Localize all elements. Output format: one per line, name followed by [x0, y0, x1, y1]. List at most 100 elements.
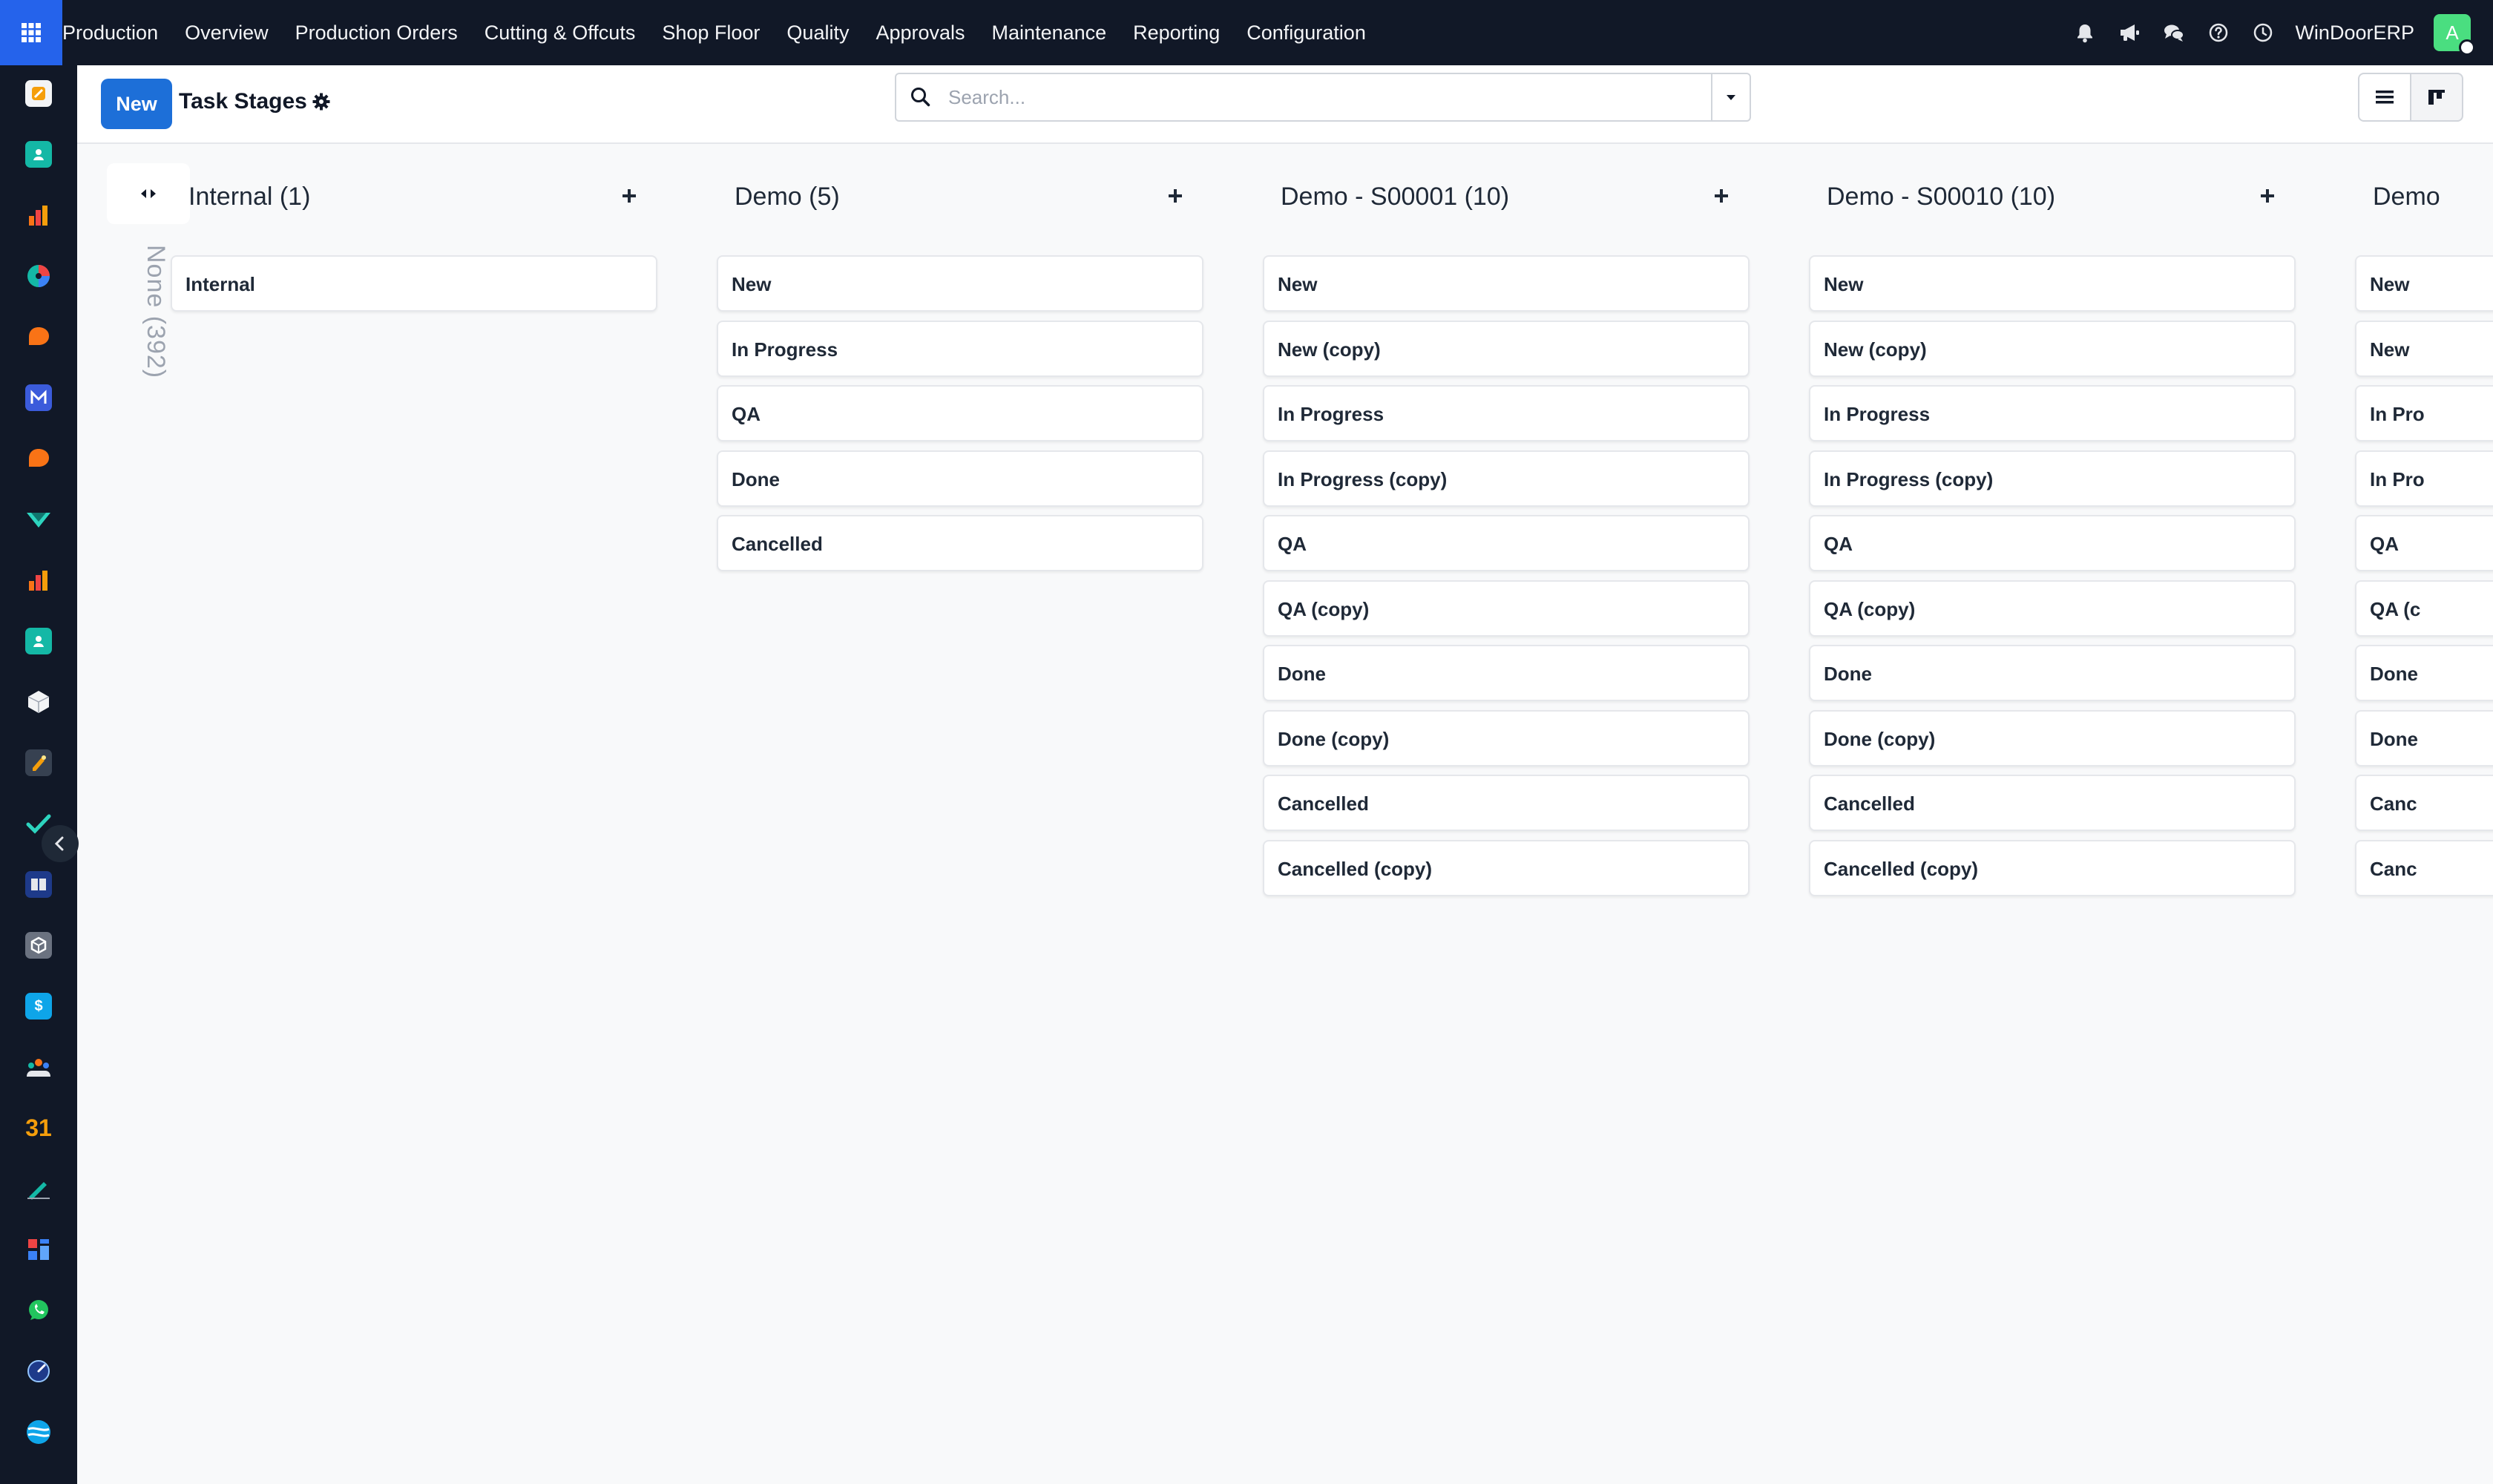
apps-grid-icon[interactable]: [25, 1236, 52, 1263]
whatsapp-icon[interactable]: [25, 1297, 52, 1324]
column-title[interactable]: Demo (5): [735, 183, 840, 211]
chat-bubbles-icon[interactable]: [2161, 20, 2187, 45]
kanban-card[interactable]: QA (copy): [1263, 580, 1750, 637]
bell-icon[interactable]: [2072, 20, 2098, 45]
kanban-card[interactable]: Done: [2355, 709, 2493, 766]
timer-icon[interactable]: [25, 1358, 52, 1385]
kanban-card[interactable]: In Pro: [2355, 385, 2493, 441]
kanban-card[interactable]: New: [1263, 255, 1750, 312]
add-card-button[interactable]: [1160, 181, 1190, 211]
dashboard-icon[interactable]: [25, 263, 52, 289]
kanban-card[interactable]: Done: [717, 450, 1203, 507]
apps-menu-button[interactable]: [0, 0, 62, 65]
column-title[interactable]: Demo: [2373, 183, 2440, 211]
kanban-card[interactable]: QA: [717, 385, 1203, 441]
add-card-button[interactable]: [2253, 181, 2282, 211]
plus-icon: [623, 189, 636, 203]
kanban-card[interactable]: In Progress (copy): [1809, 450, 2296, 507]
calendar-icon[interactable]: 31: [25, 1114, 52, 1141]
employees-icon[interactable]: [25, 628, 52, 654]
collapse-sidebar-button[interactable]: [42, 825, 79, 862]
kanban-card[interactable]: In Pro: [2355, 450, 2493, 507]
menu-overview[interactable]: Overview: [171, 0, 282, 65]
add-card-button[interactable]: [614, 181, 644, 211]
clock-icon[interactable]: [2250, 20, 2276, 45]
kanban-card[interactable]: QA: [2355, 515, 2493, 571]
contacts-icon[interactable]: [25, 141, 52, 168]
menu-shop-floor[interactable]: Shop Floor: [648, 0, 773, 65]
kanban-card[interactable]: Done (copy): [1263, 709, 1750, 766]
product-icon[interactable]: [25, 689, 52, 715]
help-icon[interactable]: [2206, 20, 2231, 45]
search-bar: [895, 73, 1751, 122]
kanban-card[interactable]: New (copy): [1263, 320, 1750, 377]
column-title[interactable]: Demo - S00001 (10): [1281, 183, 1509, 211]
kanban-card[interactable]: Cancelled: [1809, 775, 2296, 831]
sales-icon[interactable]: [25, 567, 52, 594]
kanban-card[interactable]: Done: [2355, 645, 2493, 701]
menu-maintenance[interactable]: Maintenance: [979, 0, 1120, 65]
new-button[interactable]: New: [101, 79, 172, 129]
kanban-card[interactable]: In Progress: [717, 320, 1203, 377]
discuss-icon[interactable]: [25, 80, 52, 107]
kanban-card[interactable]: Canc: [2355, 839, 2493, 896]
control-panel: New Task Stages: [77, 65, 2493, 144]
package-icon[interactable]: [25, 932, 52, 959]
kanban-card[interactable]: Done: [1809, 645, 2296, 701]
add-card-button[interactable]: [1707, 181, 1736, 211]
user-avatar[interactable]: A: [2434, 14, 2475, 56]
kanban-card[interactable]: In Progress: [1809, 385, 2296, 441]
kanban-card[interactable]: QA: [1263, 515, 1750, 571]
column-title[interactable]: Internal (1): [188, 183, 310, 211]
card-label: Done: [2370, 727, 2418, 750]
team-icon[interactable]: [25, 1054, 52, 1080]
kanban-card[interactable]: Internal: [171, 255, 657, 312]
menu-quality[interactable]: Quality: [773, 0, 862, 65]
search-input[interactable]: [948, 82, 1661, 113]
kanban-card[interactable]: New: [2355, 255, 2493, 312]
kanban-card[interactable]: New: [717, 255, 1203, 312]
chat-icon[interactable]: [25, 324, 52, 350]
kanban-card[interactable]: Done (copy): [1809, 709, 2296, 766]
card-label: In Progress: [732, 338, 838, 361]
gear-icon[interactable]: [312, 92, 331, 115]
list-view-button[interactable]: [2358, 73, 2411, 122]
kanban-card[interactable]: QA (c: [2355, 580, 2493, 637]
menu-brand-production[interactable]: Production: [62, 0, 171, 65]
search-options-toggle[interactable]: [1711, 74, 1750, 120]
kanban-card[interactable]: Canc: [2355, 775, 2493, 831]
kanban-card[interactable]: New: [1809, 255, 2296, 312]
kanban-card[interactable]: QA (copy): [1809, 580, 2296, 637]
kanban-card[interactable]: Done: [1263, 645, 1750, 701]
kanban-column: Demo (5) New In Progress QA Done Cancelled: [717, 145, 1203, 1481]
list-icon: [2376, 91, 2394, 104]
kanban-card[interactable]: Cancelled (copy): [1809, 839, 2296, 896]
knowledge-icon[interactable]: [25, 871, 52, 898]
kanban-card[interactable]: In Progress: [1263, 385, 1750, 441]
menu-reporting[interactable]: Reporting: [1120, 0, 1233, 65]
menu-production-orders[interactable]: Production Orders: [282, 0, 471, 65]
megaphone-icon[interactable]: [2117, 20, 2142, 45]
card-label: In Progress (copy): [1824, 467, 1994, 490]
kanban-card[interactable]: Cancelled: [1263, 775, 1750, 831]
company-name[interactable]: WinDoorERP: [2295, 22, 2414, 45]
purchase-icon[interactable]: [25, 749, 52, 776]
mail-icon[interactable]: [25, 384, 52, 411]
livechat-icon[interactable]: [25, 445, 52, 472]
inventory-icon[interactable]: [25, 506, 52, 533]
menu-cutting-offcuts[interactable]: Cutting & Offcuts: [471, 0, 649, 65]
menu-approvals[interactable]: Approvals: [862, 0, 978, 65]
website-icon[interactable]: [25, 1419, 52, 1445]
menu-configuration[interactable]: Configuration: [1233, 0, 1379, 65]
kanban-card[interactable]: New: [2355, 320, 2493, 377]
invoicing-icon[interactable]: $: [25, 993, 52, 1020]
column-title[interactable]: Demo - S00010 (10): [1827, 183, 2055, 211]
kanban-card[interactable]: Cancelled (copy): [1263, 839, 1750, 896]
kanban-card[interactable]: In Progress (copy): [1263, 450, 1750, 507]
kanban-card[interactable]: Cancelled: [717, 515, 1203, 571]
sign-icon[interactable]: [25, 1175, 52, 1202]
reports-icon[interactable]: [25, 202, 52, 229]
kanban-card[interactable]: QA: [1809, 515, 2296, 571]
kanban-view-button[interactable]: [2410, 73, 2463, 122]
kanban-card[interactable]: New (copy): [1809, 320, 2296, 377]
